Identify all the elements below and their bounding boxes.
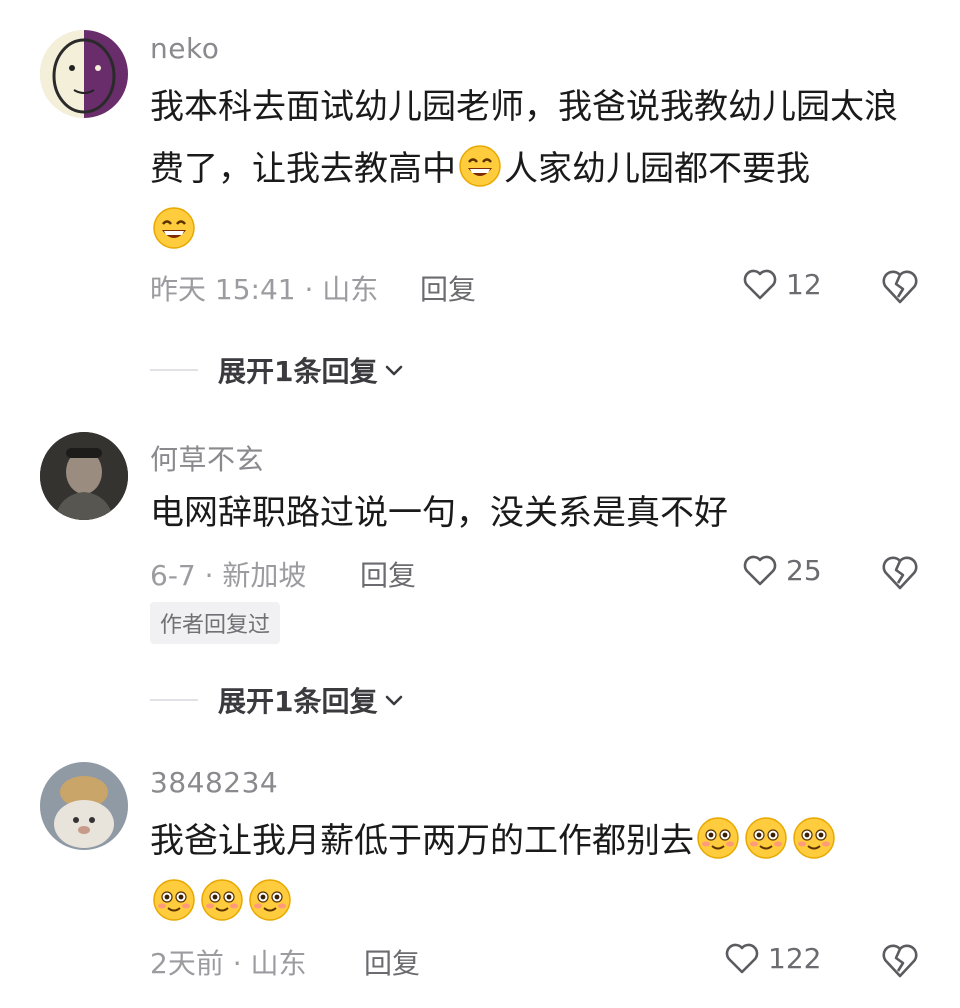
reply-button[interactable]: 回复: [420, 268, 476, 308]
comment-timestamp-location: 昨天 15:41 · 山东: [150, 273, 379, 306]
comment-username[interactable]: 何草不玄: [150, 438, 264, 478]
author-replied-badge: 作者回复过: [150, 602, 281, 644]
divider: [150, 369, 198, 371]
heart-outline-icon: [743, 269, 777, 300]
broken-heart-icon[interactable]: [878, 938, 922, 982]
avatar[interactable]: [40, 30, 128, 118]
blushing-emoji-icon: [249, 879, 291, 921]
blushing-emoji-icon: [201, 879, 243, 921]
reply-button[interactable]: 回复: [360, 554, 416, 594]
comment-item: 3848234 我爸让我月薪低于两万的工作都别去 2天前 · 山东 回复 122: [0, 730, 960, 1008]
comment-text: 我爸让我月薪低于两万的工作都别去: [150, 810, 920, 934]
blushing-emoji-icon: [153, 879, 195, 921]
avatar[interactable]: [40, 432, 128, 520]
comment-text: 电网辞职路过说一句，没关系是真不好: [150, 493, 728, 533]
like-button[interactable]: 25: [740, 550, 822, 590]
comment-timestamp-location: 2天前 · 山东: [150, 947, 307, 980]
broken-heart-icon[interactable]: [878, 550, 922, 594]
like-button[interactable]: 12: [740, 264, 822, 304]
chevron-down-icon: [386, 365, 403, 376]
comment-item: 何草不玄 电网辞职路过说一句，没关系是真不好 6-7 · 新加坡 回复 25 作…: [0, 400, 960, 730]
like-count: 12: [786, 267, 822, 301]
blushing-emoji-icon: [793, 817, 835, 859]
comment-text: 我本科去面试幼儿园老师，我爸说我教幼儿园太浪费了，让我去教高中 人家幼儿园都不要我: [150, 76, 920, 262]
comment-text-part: 我爸让我月薪低于两万的工作都别去: [150, 821, 694, 861]
comment-item: neko 我本科去面试幼儿园老师，我爸说我教幼儿园太浪费了，让我去教高中 人家幼儿…: [0, 0, 960, 400]
blushing-emoji-icon: [697, 817, 739, 859]
reply-button[interactable]: 回复: [364, 942, 420, 982]
like-count: 122: [768, 941, 822, 975]
divider: [150, 699, 198, 701]
comment-username[interactable]: 3848234: [150, 766, 278, 799]
broken-heart-icon[interactable]: [878, 264, 922, 308]
expand-replies-label: 展开1条回复: [218, 355, 378, 388]
grin-emoji-icon: [459, 145, 501, 187]
avatar[interactable]: [40, 762, 128, 850]
blushing-emoji-icon: [745, 817, 787, 859]
grin-emoji-icon: [153, 207, 195, 249]
comment-username[interactable]: neko: [150, 32, 219, 65]
chevron-down-icon: [386, 695, 403, 706]
comment-text-part: 人家幼儿园都不要我: [504, 149, 810, 189]
expand-replies-button[interactable]: 展开1条回复: [150, 350, 405, 390]
comment-timestamp-location: 6-7 · 新加坡: [150, 559, 307, 592]
expand-replies-label: 展开1条回复: [218, 685, 378, 718]
expand-replies-button[interactable]: 展开1条回复: [150, 680, 405, 720]
like-count: 25: [786, 553, 822, 587]
like-button[interactable]: 122: [722, 938, 821, 978]
heart-outline-icon: [725, 943, 759, 974]
heart-outline-icon: [743, 555, 777, 586]
